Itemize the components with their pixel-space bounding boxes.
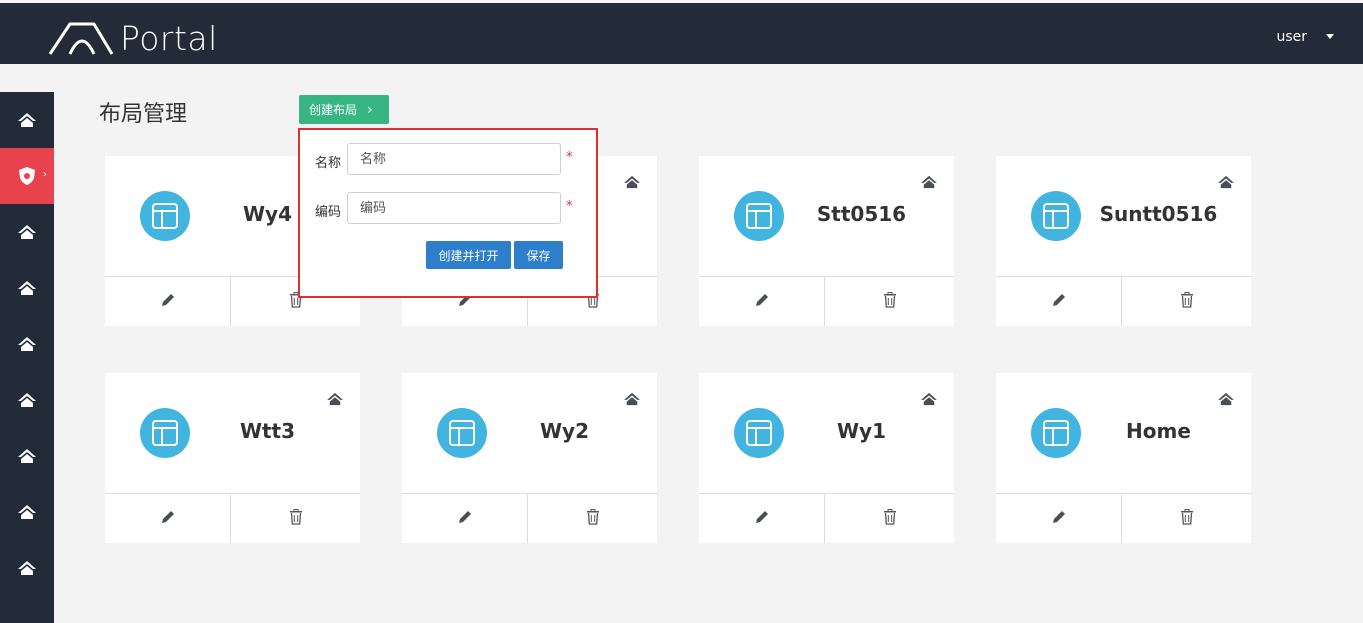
layout-icon — [140, 408, 190, 458]
card-body[interactable]: Wtt3 — [105, 373, 360, 494]
home-icon — [18, 393, 36, 407]
pencil-icon — [457, 509, 473, 529]
card-body[interactable]: Wy2 — [402, 373, 657, 494]
edit-button[interactable] — [105, 494, 231, 543]
home-icon — [18, 281, 36, 295]
card-body[interactable]: Home — [996, 373, 1251, 494]
layout-icon — [437, 408, 487, 458]
edit-button[interactable] — [996, 494, 1122, 543]
trash-icon — [1180, 508, 1194, 529]
name-input[interactable] — [347, 143, 561, 175]
trash-icon — [883, 291, 897, 312]
create-layout-button[interactable]: 创建布局 › — [299, 95, 389, 124]
trash-icon — [289, 508, 303, 529]
pencil-icon — [754, 292, 770, 312]
chevron-down-icon[interactable] — [1326, 34, 1334, 39]
page-title: 布局管理 — [99, 102, 188, 127]
create-layout-popup: 名称 * 编码 * 创建并打开 保存 — [298, 128, 598, 298]
home-icon — [18, 225, 36, 239]
edit-button[interactable] — [996, 277, 1122, 326]
home-icon — [18, 561, 36, 575]
pencil-icon — [1051, 292, 1067, 312]
edit-button[interactable] — [699, 494, 825, 543]
trash-icon — [586, 508, 600, 529]
chevron-right-icon: › — [367, 101, 373, 118]
shield-icon — [19, 167, 35, 185]
save-button[interactable]: 保存 — [514, 241, 563, 269]
logo-text: Portal — [120, 18, 218, 58]
sidebar-item-home[interactable] — [0, 540, 54, 596]
layout-icon — [734, 408, 784, 458]
pencil-icon — [160, 292, 176, 312]
delete-button[interactable] — [231, 494, 360, 543]
pencil-icon — [160, 509, 176, 529]
home-icon — [18, 449, 36, 463]
home-icon[interactable] — [326, 391, 344, 410]
card-title: Home — [1126, 419, 1191, 443]
home-icon[interactable] — [1217, 391, 1235, 410]
home-icon[interactable] — [1217, 174, 1235, 193]
layout-icon — [140, 191, 190, 241]
layout-card[interactable]: Wtt3 — [105, 373, 360, 543]
delete-button[interactable] — [1122, 277, 1251, 326]
card-body[interactable]: Suntt0516 — [996, 156, 1251, 277]
layout-card[interactable]: Stt0516 — [699, 156, 954, 326]
sidebar-item-layout[interactable]: › — [0, 148, 54, 204]
code-label: 编码 — [315, 205, 342, 220]
home-icon — [18, 113, 36, 127]
card-title: Wtt3 — [239, 419, 296, 443]
card-title: Stt0516 — [816, 202, 907, 226]
required-mark: * — [566, 199, 573, 214]
home-icon — [18, 505, 36, 519]
arch-logo-icon — [48, 22, 114, 55]
layout-icon — [734, 191, 784, 241]
code-input[interactable] — [347, 192, 561, 224]
user-menu[interactable]: user — [1276, 29, 1307, 45]
sidebar-item-home[interactable] — [0, 428, 54, 484]
chevron-right-icon: › — [43, 169, 47, 180]
edit-button[interactable] — [402, 494, 528, 543]
pencil-icon — [754, 509, 770, 529]
card-title: Suntt0516 — [1099, 202, 1218, 226]
trash-icon — [1180, 291, 1194, 312]
sidebar-item-home[interactable] — [0, 260, 54, 316]
card-title: Wy1 — [836, 419, 886, 443]
pencil-icon — [1051, 509, 1067, 529]
home-icon[interactable] — [623, 174, 641, 193]
edit-button[interactable] — [105, 277, 231, 326]
sidebar-item-home[interactable] — [0, 92, 54, 148]
delete-button[interactable] — [825, 277, 954, 326]
home-icon[interactable] — [920, 174, 938, 193]
layout-card[interactable]: Wy1 — [699, 373, 954, 543]
create-layout-label: 创建布局 — [309, 103, 358, 117]
sidebar-item-home[interactable] — [0, 316, 54, 372]
layout-icon — [1031, 408, 1081, 458]
sidebar-item-home[interactable] — [0, 372, 54, 428]
sidebar: › — [0, 92, 54, 623]
name-label: 名称 — [315, 156, 342, 171]
home-icon[interactable] — [920, 391, 938, 410]
delete-button[interactable] — [528, 494, 657, 543]
layout-card[interactable]: Home — [996, 373, 1251, 543]
home-icon[interactable] — [623, 391, 641, 410]
card-title: Wy2 — [539, 419, 589, 443]
card-body[interactable]: Stt0516 — [699, 156, 954, 277]
create-and-open-button[interactable]: 创建并打开 — [426, 241, 511, 269]
layout-icon — [1031, 191, 1081, 241]
top-navbar: Portal user — [0, 0, 1363, 64]
home-icon — [18, 337, 36, 351]
sidebar-item-home[interactable] — [0, 484, 54, 540]
required-mark: * — [566, 150, 573, 165]
sidebar-item-home[interactable] — [0, 204, 54, 260]
layout-card[interactable]: Suntt0516 — [996, 156, 1251, 326]
delete-button[interactable] — [825, 494, 954, 543]
portal-logo[interactable]: Portal — [48, 18, 218, 58]
layout-card[interactable]: Wy2 — [402, 373, 657, 543]
delete-button[interactable] — [1122, 494, 1251, 543]
edit-button[interactable] — [699, 277, 825, 326]
trash-icon — [883, 508, 897, 529]
card-body[interactable]: Wy1 — [699, 373, 954, 494]
